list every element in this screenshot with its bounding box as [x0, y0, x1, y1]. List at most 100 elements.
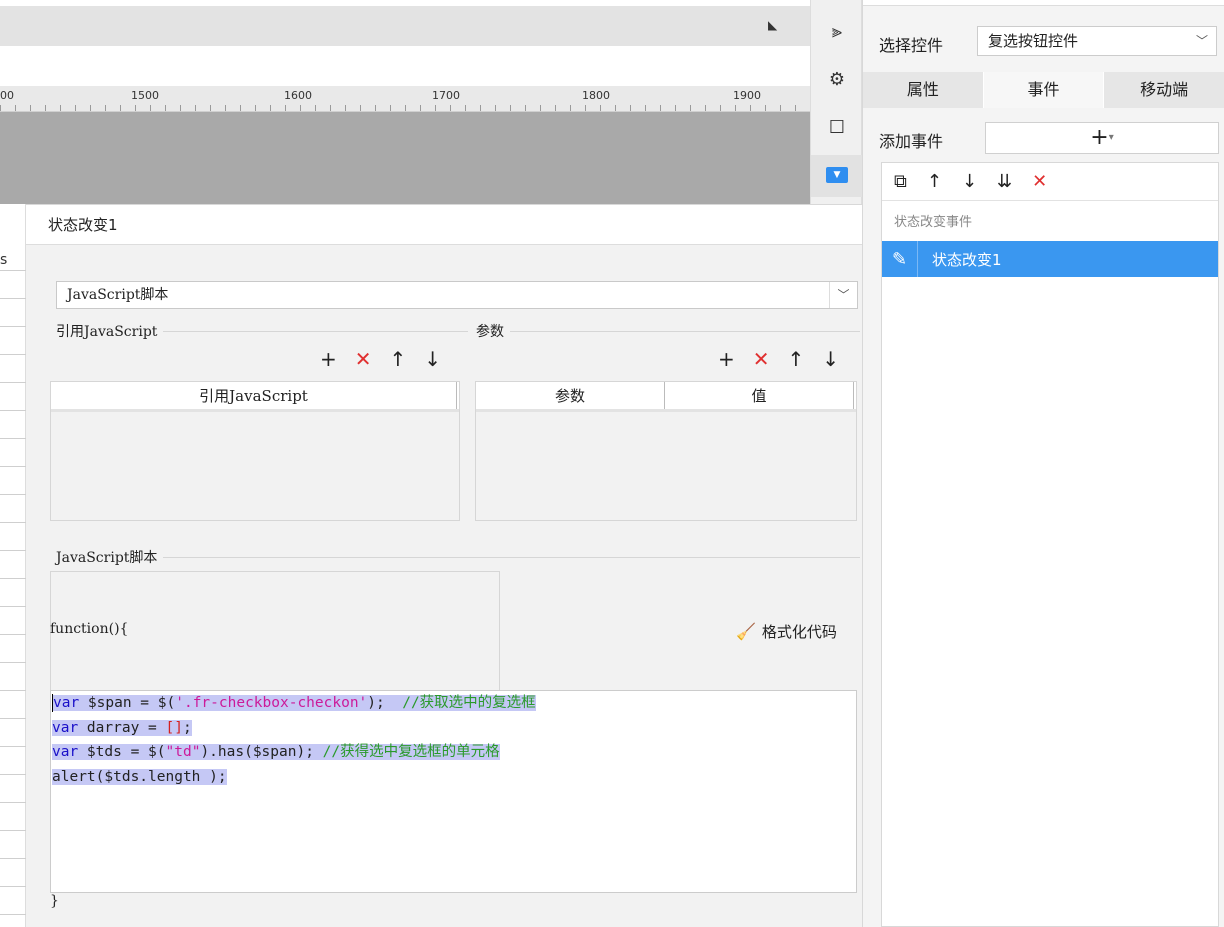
ruler-tick	[90, 105, 91, 111]
code-text: darray =	[78, 719, 166, 736]
event-type-value: JavaScript脚本	[67, 287, 169, 303]
code-text: ;	[182, 719, 192, 736]
ruler-tick	[270, 105, 271, 111]
dock-corner-icon[interactable]: ◣	[768, 18, 782, 32]
frame-icon[interactable]: ☐	[824, 114, 850, 140]
left-row-line	[0, 466, 26, 467]
left-row-line	[0, 298, 26, 299]
ruler-tick	[225, 105, 226, 111]
ruler-tick	[510, 105, 511, 111]
code-string: '.fr-checkbox-checkon'	[175, 695, 368, 711]
widget-select-dropdown[interactable]: 复选按钮控件 ﹀	[977, 26, 1217, 56]
panel-tabs: 属性 事件 移动端	[863, 72, 1224, 108]
ruler-tick	[15, 105, 16, 111]
code-line: var darray = [];	[52, 716, 856, 741]
left-row-line	[0, 550, 26, 551]
designer-toolbar	[0, 6, 810, 46]
move-down-icon[interactable]: ↓	[822, 347, 839, 371]
ruler-tick	[165, 105, 166, 111]
left-row-line	[0, 494, 26, 495]
delete-icon[interactable]: ✕	[355, 347, 372, 371]
ruler-tick	[345, 105, 346, 111]
tab-properties[interactable]: 属性	[863, 72, 984, 108]
left-row-line	[0, 382, 26, 383]
ruler-tick	[720, 105, 721, 111]
left-row-line	[0, 830, 26, 831]
plus-icon: +	[1090, 125, 1109, 150]
ruler-tick	[405, 105, 406, 111]
copy-icon[interactable]: ⧉	[894, 171, 907, 192]
widget-select-value: 复选按钮控件	[988, 32, 1079, 50]
ruler-tick	[180, 105, 181, 111]
ref-js-legend: 引用JavaScript	[56, 321, 164, 341]
code-string: "td"	[165, 744, 201, 760]
code-keyword: var	[53, 695, 80, 711]
left-row-line	[0, 690, 26, 691]
horizontal-ruler: 00 1500 1600 1700 1800 1900	[0, 86, 810, 112]
ruler-tick	[450, 105, 451, 111]
select-widget-label: 选择控件	[879, 36, 944, 55]
code-text: alert($tds.length );	[52, 768, 227, 785]
ruler-tick	[195, 105, 196, 111]
code-comment: //获取选中的复选框	[402, 695, 536, 711]
left-column-strip	[0, 204, 26, 927]
event-item-selected[interactable]: ✎ 状态改变1	[882, 241, 1218, 277]
add-event-button[interactable]: +▾	[985, 122, 1219, 154]
ruler-tick	[435, 105, 436, 111]
params-legend: 参数	[476, 321, 510, 341]
widget-settings-icon[interactable]: ⚙	[824, 66, 850, 92]
move-up-icon[interactable]: ↑	[788, 347, 805, 371]
ruler-tick	[210, 105, 211, 111]
left-row-line	[0, 410, 26, 411]
vertical-icon-bar: ⫸ ⚙ ☐ ▼	[810, 0, 863, 204]
delete-icon[interactable]: ✕	[1032, 171, 1047, 192]
ruler-label: 1700	[432, 89, 460, 102]
ruler-tick	[330, 105, 331, 111]
event-type-select[interactable]: JavaScript脚本 ﹀	[56, 281, 858, 309]
ruler-tick	[750, 105, 751, 111]
ref-js-column-header[interactable]: 引用JavaScript	[51, 382, 457, 409]
ruler-tick	[570, 105, 571, 111]
params-table-header: 参数 值	[476, 382, 856, 412]
left-row-line	[0, 578, 26, 579]
value-column-header[interactable]: 值	[665, 382, 854, 409]
ruler-tick	[480, 105, 481, 111]
move-down-icon[interactable]: ↓	[962, 171, 977, 192]
move-up-icon[interactable]: ↑	[390, 347, 407, 371]
tab-events[interactable]: 事件	[983, 72, 1105, 108]
ruler-tick	[375, 105, 376, 111]
tab-mobile[interactable]: 移动端	[1104, 72, 1224, 108]
format-code-button[interactable]: 🧹 格式化代码	[736, 621, 837, 642]
event-editor-dialog: 状态改变1 JavaScript脚本 ﹀ 引用JavaScript + ✕ ↑ …	[26, 204, 862, 927]
left-row-line	[0, 746, 26, 747]
ruler-tick	[540, 105, 541, 111]
move-down-icon[interactable]: ↓	[424, 347, 441, 371]
ruler-tick	[660, 105, 661, 111]
left-row-line	[0, 858, 26, 859]
add-icon[interactable]: +	[320, 347, 337, 371]
ruler-label: 1800	[582, 89, 610, 102]
layout-icon[interactable]: ⫸	[824, 18, 850, 44]
ruler-tick	[315, 105, 316, 111]
caret-down-icon: ▾	[1108, 132, 1114, 143]
panel-top-strip	[863, 0, 1224, 6]
move-up-icon[interactable]: ↑	[927, 171, 942, 192]
chevron-down-icon: ﹀	[1195, 34, 1208, 48]
add-icon[interactable]: +	[718, 347, 735, 371]
code-line: alert($tds.length );	[52, 765, 856, 790]
dropdown-widget-icon[interactable]: ▼	[824, 162, 850, 188]
fieldset-line	[56, 557, 860, 558]
param-column-header[interactable]: 参数	[476, 382, 665, 409]
left-row-line	[0, 662, 26, 663]
code-editor[interactable]: var $span = $('.fr-checkbox-checkon'); /…	[50, 690, 857, 893]
ruler-tick	[45, 105, 46, 111]
fieldset-line	[476, 331, 860, 332]
ruler-tick	[390, 105, 391, 111]
pencil-icon[interactable]: ✎	[882, 241, 918, 277]
format-code-label: 格式化代码	[761, 623, 837, 641]
delete-icon[interactable]: ✕	[753, 347, 770, 371]
code-keyword: var	[52, 744, 79, 760]
move-bottom-icon[interactable]: ⇊	[997, 171, 1012, 192]
left-row-line	[0, 522, 26, 523]
event-item-label: 状态改变1	[932, 250, 1002, 269]
